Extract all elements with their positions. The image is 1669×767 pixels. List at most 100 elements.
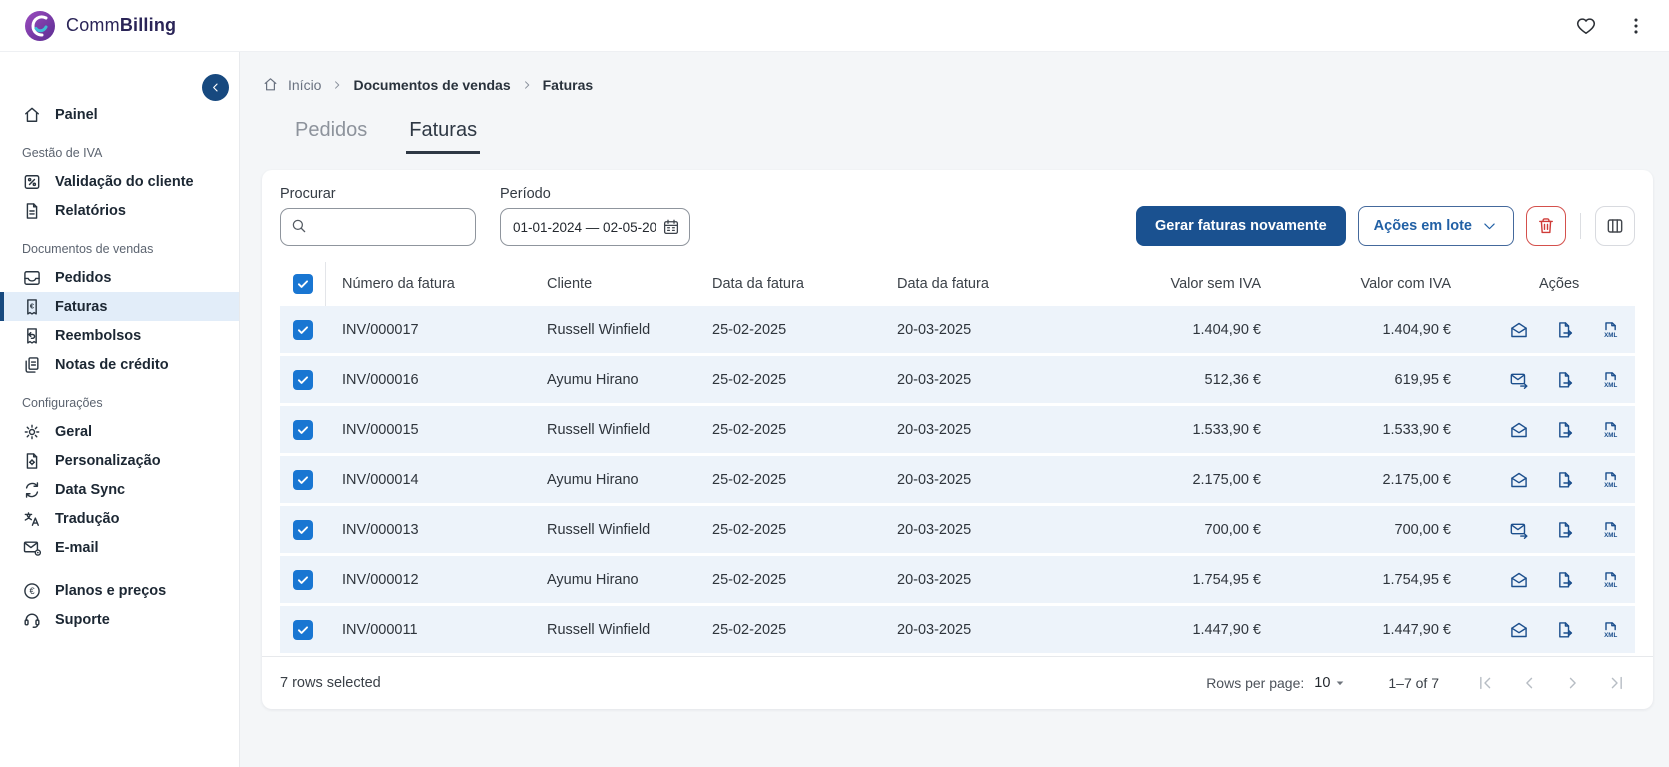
- sidebar-item-geral[interactable]: Geral: [0, 417, 239, 446]
- regenerate-invoices-button[interactable]: Gerar faturas novamente: [1136, 206, 1346, 246]
- row-checkbox[interactable]: [293, 520, 313, 540]
- select-all-checkbox[interactable]: [293, 274, 313, 294]
- breadcrumb-item-documentos-de-vendas[interactable]: Documentos de vendas: [353, 77, 510, 93]
- svg-text:XML: XML: [1604, 532, 1617, 539]
- invoice-date-cell: 25-02-2025: [696, 422, 881, 438]
- sidebar-item-e-mail[interactable]: E-mail: [0, 533, 239, 562]
- file-export-icon: [1555, 620, 1575, 640]
- client-cell: Russell Winfield: [531, 622, 696, 638]
- export-document-action-button[interactable]: [1555, 320, 1575, 340]
- export-document-action-button[interactable]: [1555, 470, 1575, 490]
- sidebar-item-data-sync[interactable]: Data Sync: [0, 475, 239, 504]
- sidebar-item-painel[interactable]: Painel: [0, 100, 239, 129]
- export-document-action-button[interactable]: [1555, 420, 1575, 440]
- app-title: CommBilling: [66, 15, 176, 36]
- sidebar-item-reembolsos[interactable]: Reembolsos: [0, 321, 239, 350]
- export-document-action-button[interactable]: [1555, 570, 1575, 590]
- export-xml-action-button[interactable]: XML: [1601, 520, 1621, 540]
- email-action-button[interactable]: [1509, 520, 1529, 540]
- rows-per-page-select[interactable]: 10: [1314, 675, 1348, 691]
- kebab-menu-icon[interactable]: [1625, 15, 1647, 37]
- sidebar-collapse-button[interactable]: [202, 74, 229, 101]
- export-xml-action-button[interactable]: XML: [1601, 420, 1621, 440]
- delete-button[interactable]: [1526, 206, 1566, 246]
- export-xml-action-button[interactable]: XML: [1601, 320, 1621, 340]
- tab-faturas[interactable]: Faturas: [406, 119, 480, 154]
- due-date-cell: 20-03-2025: [881, 622, 1096, 638]
- search-input[interactable]: [280, 208, 476, 246]
- email-icon: [22, 538, 42, 558]
- period-input[interactable]: 01-01-2024 — 02-05-202: [500, 208, 690, 246]
- gross-amount-cell: 700,00 €: [1285, 522, 1475, 538]
- due-date-cell: 20-03-2025: [881, 322, 1096, 338]
- breadcrumb-item-faturas[interactable]: Faturas: [543, 77, 594, 93]
- row-checkbox[interactable]: [293, 470, 313, 490]
- next-page-button[interactable]: [1563, 673, 1583, 693]
- xml-file-icon: XML: [1601, 520, 1621, 540]
- export-document-action-button[interactable]: [1555, 370, 1575, 390]
- tabs: Pedidos Faturas: [292, 119, 1653, 154]
- tab-pedidos[interactable]: Pedidos: [292, 119, 370, 154]
- client-cell: Ayumu Hirano: [531, 472, 696, 488]
- table-footer: 7 rows selected Rows per page: 10 1–7 of…: [262, 656, 1653, 709]
- export-xml-action-button[interactable]: XML: [1601, 620, 1621, 640]
- sidebar-item-relatorios[interactable]: Relatórios: [0, 196, 239, 225]
- email-action-button[interactable]: [1509, 320, 1529, 340]
- email-action-button[interactable]: [1509, 420, 1529, 440]
- columns-icon: [1605, 216, 1625, 236]
- table-row-inv-000013[interactable]: INV/000013Russell Winfield25-02-202520-0…: [280, 506, 1635, 556]
- table-row-inv-000017[interactable]: INV/000017Russell Winfield25-02-202520-0…: [280, 306, 1635, 356]
- email-action-button[interactable]: [1509, 370, 1529, 390]
- due-date-cell: 20-03-2025: [881, 572, 1096, 588]
- sidebar-item-notas-de-credito[interactable]: Notas de crédito: [0, 350, 239, 379]
- export-xml-action-button[interactable]: XML: [1601, 370, 1621, 390]
- table-row-inv-000012[interactable]: INV/000012Ayumu Hirano25-02-202520-03-20…: [280, 556, 1635, 606]
- email-action-button[interactable]: [1509, 570, 1529, 590]
- columns-button[interactable]: [1595, 206, 1635, 246]
- sidebar-item-label: Relatórios: [55, 203, 126, 219]
- email-action-button[interactable]: [1509, 470, 1529, 490]
- sidebar-item-traducao[interactable]: Tradução: [0, 504, 239, 533]
- xml-file-icon: XML: [1601, 470, 1621, 490]
- selected-count: 7 rows selected: [280, 675, 381, 691]
- export-document-action-button[interactable]: [1555, 620, 1575, 640]
- sidebar-item-label: Reembolsos: [55, 328, 141, 344]
- export-xml-action-button[interactable]: XML: [1601, 570, 1621, 590]
- email-action-button[interactable]: [1509, 620, 1529, 640]
- xml-file-icon: XML: [1601, 620, 1621, 640]
- rows-per-page-label: Rows per page:: [1206, 675, 1304, 691]
- sidebar-item-validacao-do-cliente[interactable]: Validação do cliente: [0, 167, 239, 196]
- sidebar-item-suporte[interactable]: Suporte: [0, 605, 239, 634]
- sidebar-item-faturas[interactable]: €Faturas: [0, 292, 239, 321]
- client-cell: Russell Winfield: [531, 322, 696, 338]
- table-row-inv-000011[interactable]: INV/000011Russell Winfield25-02-202520-0…: [280, 606, 1635, 656]
- sidebar-item-pedidos[interactable]: Pedidos: [0, 263, 239, 292]
- sidebar-item-personalizacao[interactable]: Personalização: [0, 446, 239, 475]
- row-checkbox[interactable]: [293, 370, 313, 390]
- row-checkbox[interactable]: [293, 620, 313, 640]
- batch-actions-button[interactable]: Ações em lote: [1358, 206, 1514, 246]
- table-row-inv-000016[interactable]: INV/000016Ayumu Hirano25-02-202520-03-20…: [280, 356, 1635, 406]
- row-actions: XML: [1475, 470, 1635, 490]
- invoice-number-cell: INV/000017: [326, 322, 531, 338]
- last-page-button[interactable]: [1607, 673, 1627, 693]
- invoices-table: Número da faturaClienteData da faturaDat…: [280, 262, 1635, 656]
- file-export-icon: [1555, 470, 1575, 490]
- row-checkbox[interactable]: [293, 420, 313, 440]
- translate-icon: [22, 509, 42, 529]
- sidebar-item-planos-e-precos[interactable]: €Planos e preços: [0, 576, 239, 605]
- table-row-inv-000015[interactable]: INV/000015Russell Winfield25-02-202520-0…: [280, 406, 1635, 456]
- favorites-heart-icon[interactable]: [1575, 15, 1597, 37]
- period-value: 01-01-2024 — 02-05-202: [513, 220, 656, 235]
- row-checkbox[interactable]: [293, 570, 313, 590]
- row-checkbox[interactable]: [293, 320, 313, 340]
- export-document-action-button[interactable]: [1555, 520, 1575, 540]
- toolbar-divider: [1580, 213, 1581, 239]
- svg-text:XML: XML: [1604, 582, 1617, 589]
- breadcrumb-item-inicio[interactable]: Início: [288, 77, 321, 93]
- row-checkbox-cell: [280, 406, 326, 453]
- first-page-button[interactable]: [1475, 673, 1495, 693]
- table-row-inv-000014[interactable]: INV/000014Ayumu Hirano25-02-202520-03-20…: [280, 456, 1635, 506]
- export-xml-action-button[interactable]: XML: [1601, 470, 1621, 490]
- previous-page-button[interactable]: [1519, 673, 1539, 693]
